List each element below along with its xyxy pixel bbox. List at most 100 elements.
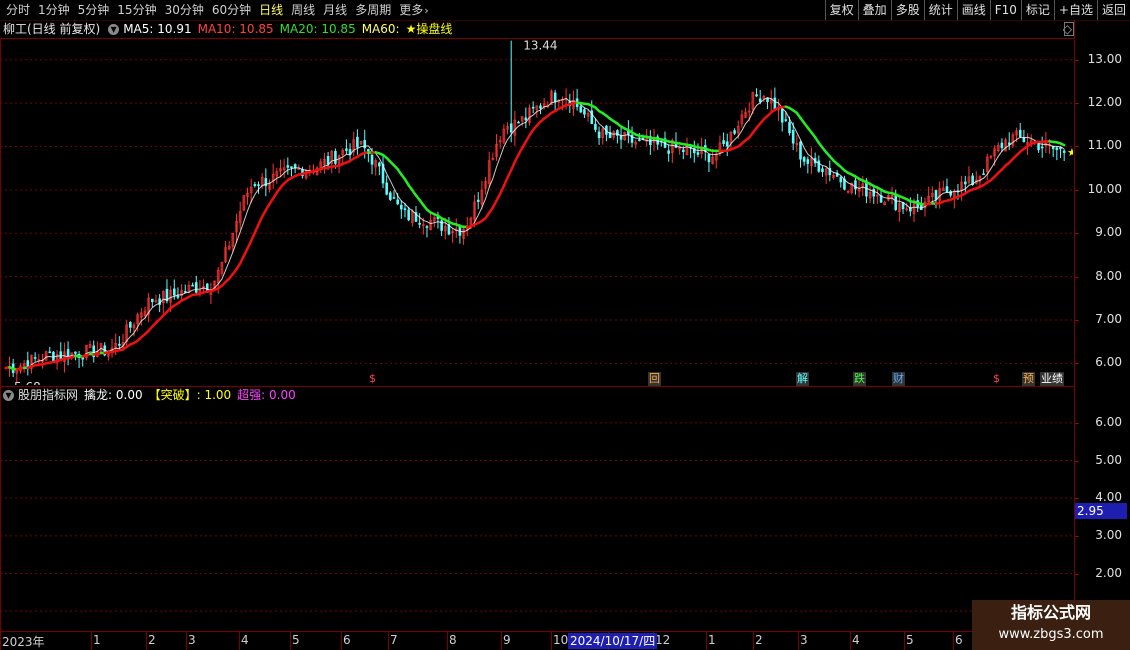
period-tab-3[interactable]: 15分钟 xyxy=(113,0,160,20)
period-tab-7[interactable]: 周线 xyxy=(287,0,319,20)
candle-body xyxy=(1040,146,1044,149)
candle-body xyxy=(524,117,528,121)
time-axis-separator xyxy=(850,632,851,650)
candle-body xyxy=(722,140,725,145)
time-axis-separator xyxy=(146,632,147,650)
toolbar-button-1[interactable]: 叠加 xyxy=(857,0,891,20)
candle-body xyxy=(418,223,421,225)
indicator-tick-mark xyxy=(1075,573,1079,575)
signal-die[interactable]: 跌 xyxy=(853,372,866,386)
signal-dollar-2[interactable]: $ xyxy=(992,372,1001,386)
time-axis-label: 6 xyxy=(343,633,351,647)
period-tab-2[interactable]: 5分钟 xyxy=(74,0,114,20)
time-axis-label: 4 xyxy=(852,633,860,647)
candle-body xyxy=(517,121,520,124)
candle-body xyxy=(707,154,711,163)
indicator-tick-label: 3.00 xyxy=(1095,527,1122,542)
time-axis-separator xyxy=(798,632,799,650)
candle-body xyxy=(733,130,736,134)
candle-body xyxy=(1022,137,1026,142)
star-icon: ★ xyxy=(1067,146,1073,159)
period-tab-9[interactable]: 多周期 xyxy=(351,0,395,20)
settings-circle-icon[interactable]: ▾ xyxy=(108,23,120,35)
watermark-url: www.zbgs3.com xyxy=(998,627,1104,642)
candle-body xyxy=(854,180,857,190)
candle-body xyxy=(872,189,876,197)
trend-line-segment xyxy=(502,176,509,188)
chaoqiang-legend: 超强: 0.00 xyxy=(237,388,296,402)
candle-body xyxy=(894,195,898,210)
time-axis-label: 3 xyxy=(188,633,196,647)
indicator-chart[interactable] xyxy=(0,404,1073,630)
candle-body xyxy=(791,130,795,144)
candle-body xyxy=(531,106,535,109)
period-tab-8[interactable]: 月线 xyxy=(319,0,351,20)
toolbar-button-7[interactable]: +自选 xyxy=(1053,0,1097,20)
candle-body xyxy=(176,295,180,298)
price-tick-mark xyxy=(1075,59,1079,61)
candle-body xyxy=(667,150,670,154)
candle-body xyxy=(1000,142,1004,149)
price-chart[interactable]: 13.44 5.68 ★ xyxy=(0,38,1073,385)
toolbar-button-5[interactable]: F10 xyxy=(989,0,1021,20)
time-axis-separator xyxy=(904,632,905,650)
signal-cai[interactable]: 财 xyxy=(892,372,905,386)
period-tab-1[interactable]: 1分钟 xyxy=(34,0,74,20)
candle-body xyxy=(118,343,121,346)
candle-body xyxy=(370,154,374,165)
time-axis-label: 9 xyxy=(503,633,511,647)
toolbar-button-3[interactable]: 统计 xyxy=(923,0,957,20)
time-axis-label: 7 xyxy=(390,633,398,647)
toolbar-button-8[interactable]: 返回 xyxy=(1096,0,1130,20)
candle-body xyxy=(758,98,762,102)
period-tab-4[interactable]: 30分钟 xyxy=(161,0,208,20)
chevron-right-icon: › xyxy=(424,4,429,17)
signal-yu[interactable]: 预 xyxy=(1022,372,1035,386)
indicator-tick-label: 5.00 xyxy=(1095,452,1122,467)
qinlong-legend: 擒龙: 0.00 xyxy=(84,388,143,402)
toolbar-button-4[interactable]: 画线 xyxy=(956,0,990,20)
time-axis-separator xyxy=(388,632,389,650)
candle-body xyxy=(334,150,337,164)
candle-body xyxy=(74,351,77,354)
time-axis-separator xyxy=(447,632,448,650)
panel-toggle-icon[interactable] xyxy=(1064,22,1074,36)
time-axis-separator xyxy=(551,632,552,650)
indicator-header: ▾ 股朋指标网 擒龙: 0.00 【突破】: 1.00 超强: 0.00 xyxy=(0,386,302,404)
signal-hui[interactable]: 回 xyxy=(648,372,661,386)
ma10-legend: MA10: 10.85 xyxy=(197,22,274,36)
candle-body xyxy=(594,123,597,130)
signal-jie[interactable]: 解 xyxy=(796,372,809,386)
period-tab-10[interactable]: 更多› xyxy=(395,0,432,20)
candle-body xyxy=(183,291,187,293)
time-axis-label: 5 xyxy=(292,633,300,647)
time-axis-separator xyxy=(0,632,1,650)
trend-line-segment xyxy=(509,160,517,172)
toolbar-button-0[interactable]: 复权 xyxy=(824,0,858,20)
period-tab-6[interactable]: 日线 xyxy=(255,0,287,20)
indicator-tick-label: 6.00 xyxy=(1095,414,1122,429)
candle-body xyxy=(539,105,542,109)
indicator-settings-icon[interactable]: ▾ xyxy=(3,389,14,401)
toolbar-button-6[interactable]: 标记 xyxy=(1020,0,1054,20)
candle-body xyxy=(286,165,290,168)
candle-body xyxy=(257,184,260,186)
indicator-tick-mark xyxy=(1075,422,1079,424)
period-tab-0[interactable]: 分时 xyxy=(2,0,34,20)
signal-dollar-1[interactable]: $ xyxy=(368,372,377,386)
time-axis-separator xyxy=(290,632,291,650)
candle-body xyxy=(476,199,480,202)
tool-buttons: 复权 叠加 多股 统计 画线 F10 标记 +自选 返回 xyxy=(824,0,1130,20)
price-tick-label: 13.00 xyxy=(1087,51,1122,66)
candle-body xyxy=(638,139,641,141)
candle-body xyxy=(253,184,257,187)
time-axis: 2023年1234567891011121234562024/10/17/四 xyxy=(0,631,1075,650)
toolbar-button-2[interactable]: 多股 xyxy=(890,0,924,20)
signal-yeji[interactable]: 业绩 xyxy=(1040,372,1064,386)
star-line-legend: ★操盘线 xyxy=(405,22,453,36)
period-tab-5[interactable]: 60分钟 xyxy=(208,0,255,20)
period-toolbar: 分时 1分钟 5分钟 15分钟 30分钟 60分钟 日线 周线 月线 多周期 更多› 复权 叠加 多股统… xyxy=(0,0,1130,21)
watermark-title: 指标公式网 xyxy=(1010,603,1091,622)
candle-body xyxy=(616,130,619,136)
ma60-legend: MA60: xyxy=(361,22,400,36)
